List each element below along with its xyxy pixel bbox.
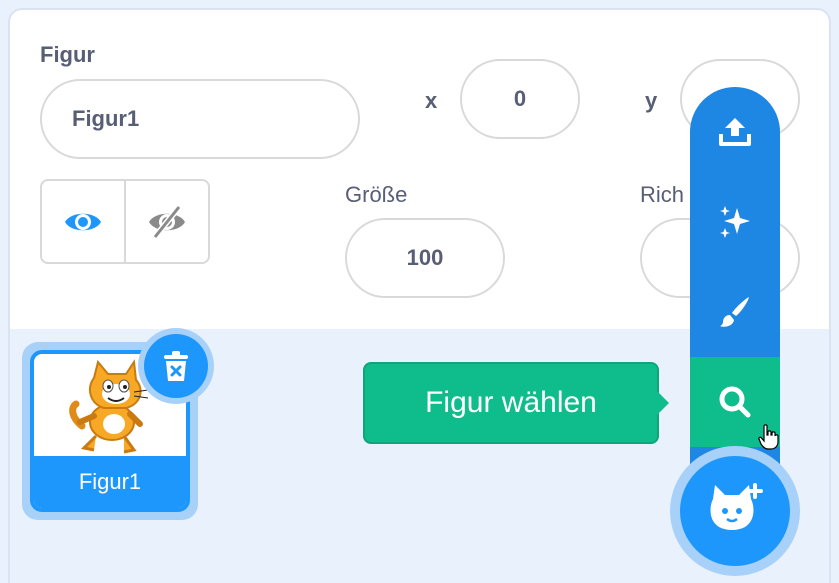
- hide-button[interactable]: [124, 181, 208, 262]
- sprite-name-input[interactable]: Figur1: [40, 79, 360, 159]
- sprite-label: Figur: [40, 42, 95, 67]
- x-input[interactable]: 0: [460, 59, 580, 139]
- direction-label: Rich: [640, 182, 685, 207]
- show-button[interactable]: [42, 181, 124, 262]
- trash-icon: [164, 351, 188, 381]
- upload-icon: [719, 118, 751, 146]
- search-icon: [719, 386, 751, 418]
- sparkle-icon: [720, 206, 750, 238]
- sprite-tile-name: Figur1: [34, 456, 186, 508]
- size-label: Größe: [345, 182, 408, 207]
- cat-add-icon: [710, 483, 763, 530]
- y-label: y: [645, 88, 658, 113]
- visibility-toggle: [40, 179, 210, 264]
- choose-sprite-tooltip: Figur wählen: [363, 362, 659, 444]
- eye-icon: [65, 213, 101, 230]
- sprite-pane: Figur Figur1 x 0 y Größe 100 Rich Figur1…: [0, 0, 839, 583]
- upload-sprite-button[interactable]: [690, 87, 780, 177]
- add-sprite-button[interactable]: [680, 456, 790, 566]
- paint-sprite-button[interactable]: [690, 267, 780, 357]
- eye-slash-icon: [149, 204, 185, 239]
- hand-cursor-icon: [758, 424, 779, 450]
- tooltip-arrow: [657, 391, 669, 415]
- paintbrush-icon: [720, 297, 749, 327]
- surprise-sprite-button[interactable]: [690, 177, 780, 267]
- delete-sprite-button[interactable]: [138, 328, 214, 404]
- size-input[interactable]: 100: [345, 218, 505, 298]
- x-label: x: [425, 88, 438, 113]
